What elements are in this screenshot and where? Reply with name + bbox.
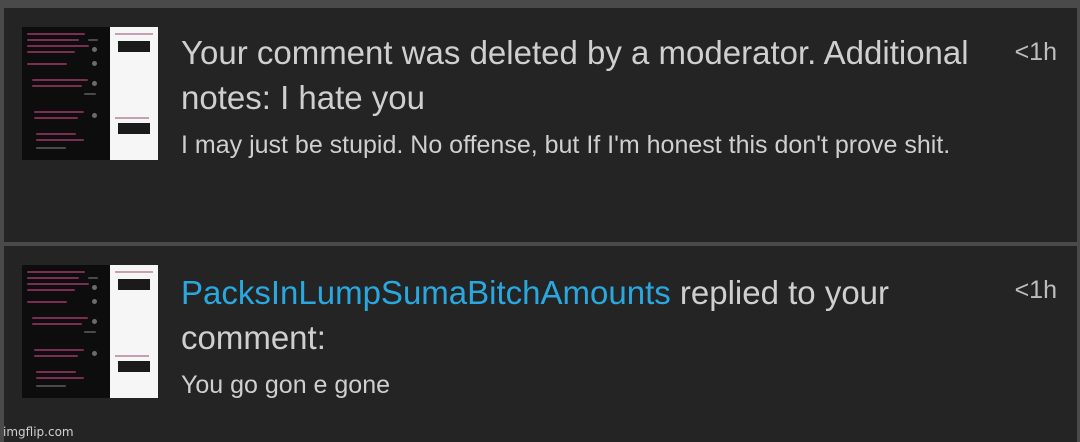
notification-comment-text: I may just be stupid. No offense, but If… bbox=[181, 131, 951, 159]
notification-item[interactable]: PacksInLumpSumaBitchAmounts replied to y… bbox=[4, 246, 1077, 442]
username-link[interactable]: PacksInLumpSumaBitchAmounts bbox=[181, 274, 671, 311]
imgflip-watermark: imgflip.com bbox=[3, 425, 74, 439]
notification-title: PacksInLumpSumaBitchAmounts replied to y… bbox=[181, 270, 981, 360]
notification-content: Your comment was deleted by a moderator.… bbox=[181, 30, 981, 163]
thumbnail-panel bbox=[110, 27, 158, 160]
notification-feed: Your comment was deleted by a moderator.… bbox=[0, 0, 1080, 442]
notification-content: PacksInLumpSumaBitchAmounts replied to y… bbox=[181, 270, 981, 403]
notification-thumbnail[interactable] bbox=[22, 27, 158, 160]
thumbnail-panel bbox=[110, 265, 158, 398]
notification-timestamp: <1h bbox=[1014, 276, 1057, 304]
top-divider bbox=[0, 0, 1080, 8]
notification-timestamp: <1h bbox=[1014, 38, 1057, 66]
notification-comment-text: You go gon e gone bbox=[181, 371, 391, 399]
notification-item[interactable]: Your comment was deleted by a moderator.… bbox=[4, 8, 1077, 242]
notification-title: Your comment was deleted by a moderator.… bbox=[181, 34, 969, 116]
notification-thumbnail[interactable] bbox=[22, 265, 158, 398]
